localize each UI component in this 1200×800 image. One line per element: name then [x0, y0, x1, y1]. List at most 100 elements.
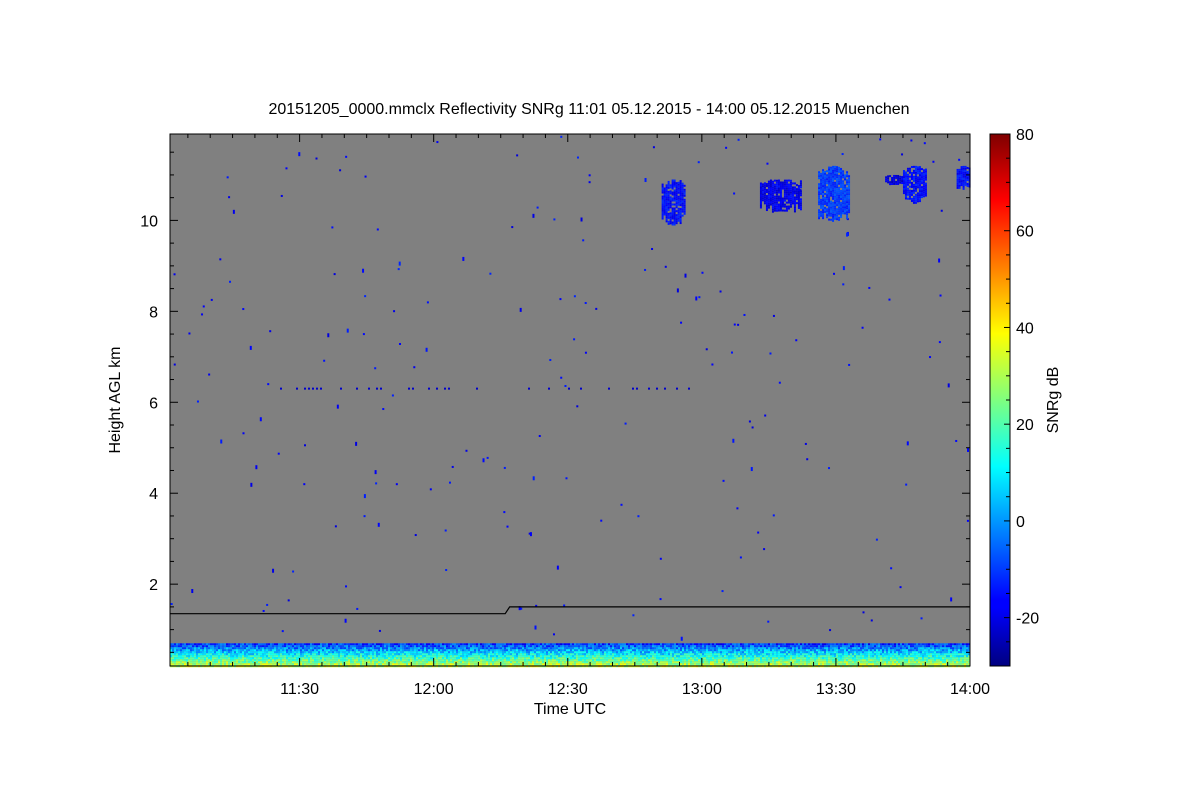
surface-echo-cell — [914, 647, 916, 650]
surface-echo-cell — [856, 663, 858, 666]
surface-echo-cell — [796, 653, 798, 656]
surface-echo-cell — [236, 647, 238, 650]
surface-echo-cell — [442, 651, 444, 654]
surface-echo-cell — [360, 659, 362, 662]
surface-echo-cell — [388, 649, 390, 652]
surface-echo-cell — [650, 645, 652, 648]
surface-echo-cell — [846, 645, 848, 648]
surface-echo-cell — [276, 655, 278, 658]
surface-echo-cell — [770, 663, 772, 666]
surface-echo-cell — [474, 657, 476, 660]
surface-echo-cell — [848, 653, 850, 656]
surface-echo-cell — [386, 647, 388, 650]
surface-echo-cell — [180, 661, 182, 664]
surface-echo-cell — [754, 649, 756, 652]
surface-echo-cell — [902, 653, 904, 656]
surface-echo-cell — [624, 653, 626, 656]
surface-echo-cell — [272, 659, 274, 662]
surface-echo-cell — [306, 655, 308, 658]
surface-echo-cell — [430, 647, 432, 650]
surface-echo-cell — [882, 661, 884, 664]
surface-echo-cell — [800, 647, 802, 650]
surface-echo-cell — [700, 655, 702, 658]
surface-echo-cell — [698, 663, 700, 666]
surface-echo-cell — [786, 653, 788, 656]
surface-echo-cell — [516, 657, 518, 660]
surface-echo-cell — [584, 647, 586, 650]
surface-echo-cell — [784, 643, 786, 646]
surface-echo-cell — [604, 655, 606, 658]
noise-speckle — [242, 432, 245, 435]
surface-echo-cell — [286, 649, 288, 652]
surface-echo-cell — [648, 657, 650, 660]
surface-echo-cell — [530, 651, 532, 654]
noise-speckle — [259, 417, 262, 422]
surface-echo-cell — [712, 661, 714, 664]
surface-echo-cell — [712, 653, 714, 656]
surface-echo-cell — [886, 645, 888, 648]
surface-echo-cell — [650, 643, 652, 646]
surface-echo-cell — [596, 661, 598, 664]
noise-point — [340, 387, 342, 390]
surface-echo-cell — [660, 645, 662, 648]
surface-echo-cell — [592, 647, 594, 650]
noise-speckle — [262, 609, 265, 612]
surface-echo-cell — [226, 647, 228, 650]
surface-echo-cell — [250, 653, 252, 656]
surface-echo-cell — [306, 659, 308, 662]
surface-echo-cell — [850, 657, 852, 660]
surface-echo-cell — [394, 645, 396, 648]
surface-echo-cell — [768, 645, 770, 648]
surface-echo-cell — [390, 657, 392, 660]
surface-echo-cell — [430, 653, 432, 656]
surface-echo-cell — [952, 645, 954, 648]
surface-echo-cell — [210, 657, 212, 660]
surface-echo-cell — [688, 643, 690, 646]
surface-echo-cell — [472, 655, 474, 658]
surface-echo-cell — [464, 649, 466, 652]
surface-echo-cell — [270, 643, 272, 646]
surface-echo-cell — [600, 659, 602, 662]
surface-echo-cell — [736, 655, 738, 658]
surface-echo-cell — [574, 647, 576, 650]
surface-echo-cell — [844, 657, 846, 660]
surface-echo-cell — [738, 657, 740, 660]
surface-echo-cell — [902, 649, 904, 652]
surface-echo-cell — [818, 663, 820, 666]
surface-echo-cell — [896, 661, 898, 664]
surface-echo-cell — [830, 661, 832, 664]
surface-echo-cell — [950, 651, 952, 654]
surface-echo-cell — [874, 645, 876, 648]
surface-echo-cell — [714, 645, 716, 648]
surface-echo-cell — [826, 649, 828, 652]
surface-echo-cell — [524, 655, 526, 658]
surface-echo-cell — [624, 643, 626, 646]
surface-echo-cell — [922, 647, 924, 650]
surface-echo-cell — [242, 643, 244, 646]
surface-echo-cell — [774, 647, 776, 650]
noise-point — [316, 387, 318, 390]
surface-echo-cell — [910, 643, 912, 646]
surface-echo-cell — [500, 643, 502, 646]
surface-echo-cell — [552, 657, 554, 660]
surface-echo-cell — [558, 647, 560, 650]
surface-echo-cell — [730, 663, 732, 666]
surface-echo-cell — [536, 663, 538, 666]
surface-echo-cell — [272, 663, 274, 666]
surface-echo-cell — [288, 645, 290, 648]
surface-echo-cell — [444, 643, 446, 646]
surface-echo-cell — [882, 657, 884, 660]
surface-echo-cell — [256, 653, 258, 656]
surface-echo-cell — [180, 653, 182, 656]
surface-echo-cell — [450, 643, 452, 646]
surface-echo-cell — [266, 653, 268, 656]
surface-echo-cell — [378, 659, 380, 662]
surface-echo-cell — [708, 643, 710, 646]
surface-echo-cell — [916, 659, 918, 662]
surface-echo-cell — [772, 647, 774, 650]
surface-echo-cell — [510, 663, 512, 666]
surface-echo-cell — [618, 647, 620, 650]
surface-echo-cell — [432, 653, 434, 656]
surface-echo-cell — [272, 649, 274, 652]
noise-speckle — [287, 599, 290, 602]
